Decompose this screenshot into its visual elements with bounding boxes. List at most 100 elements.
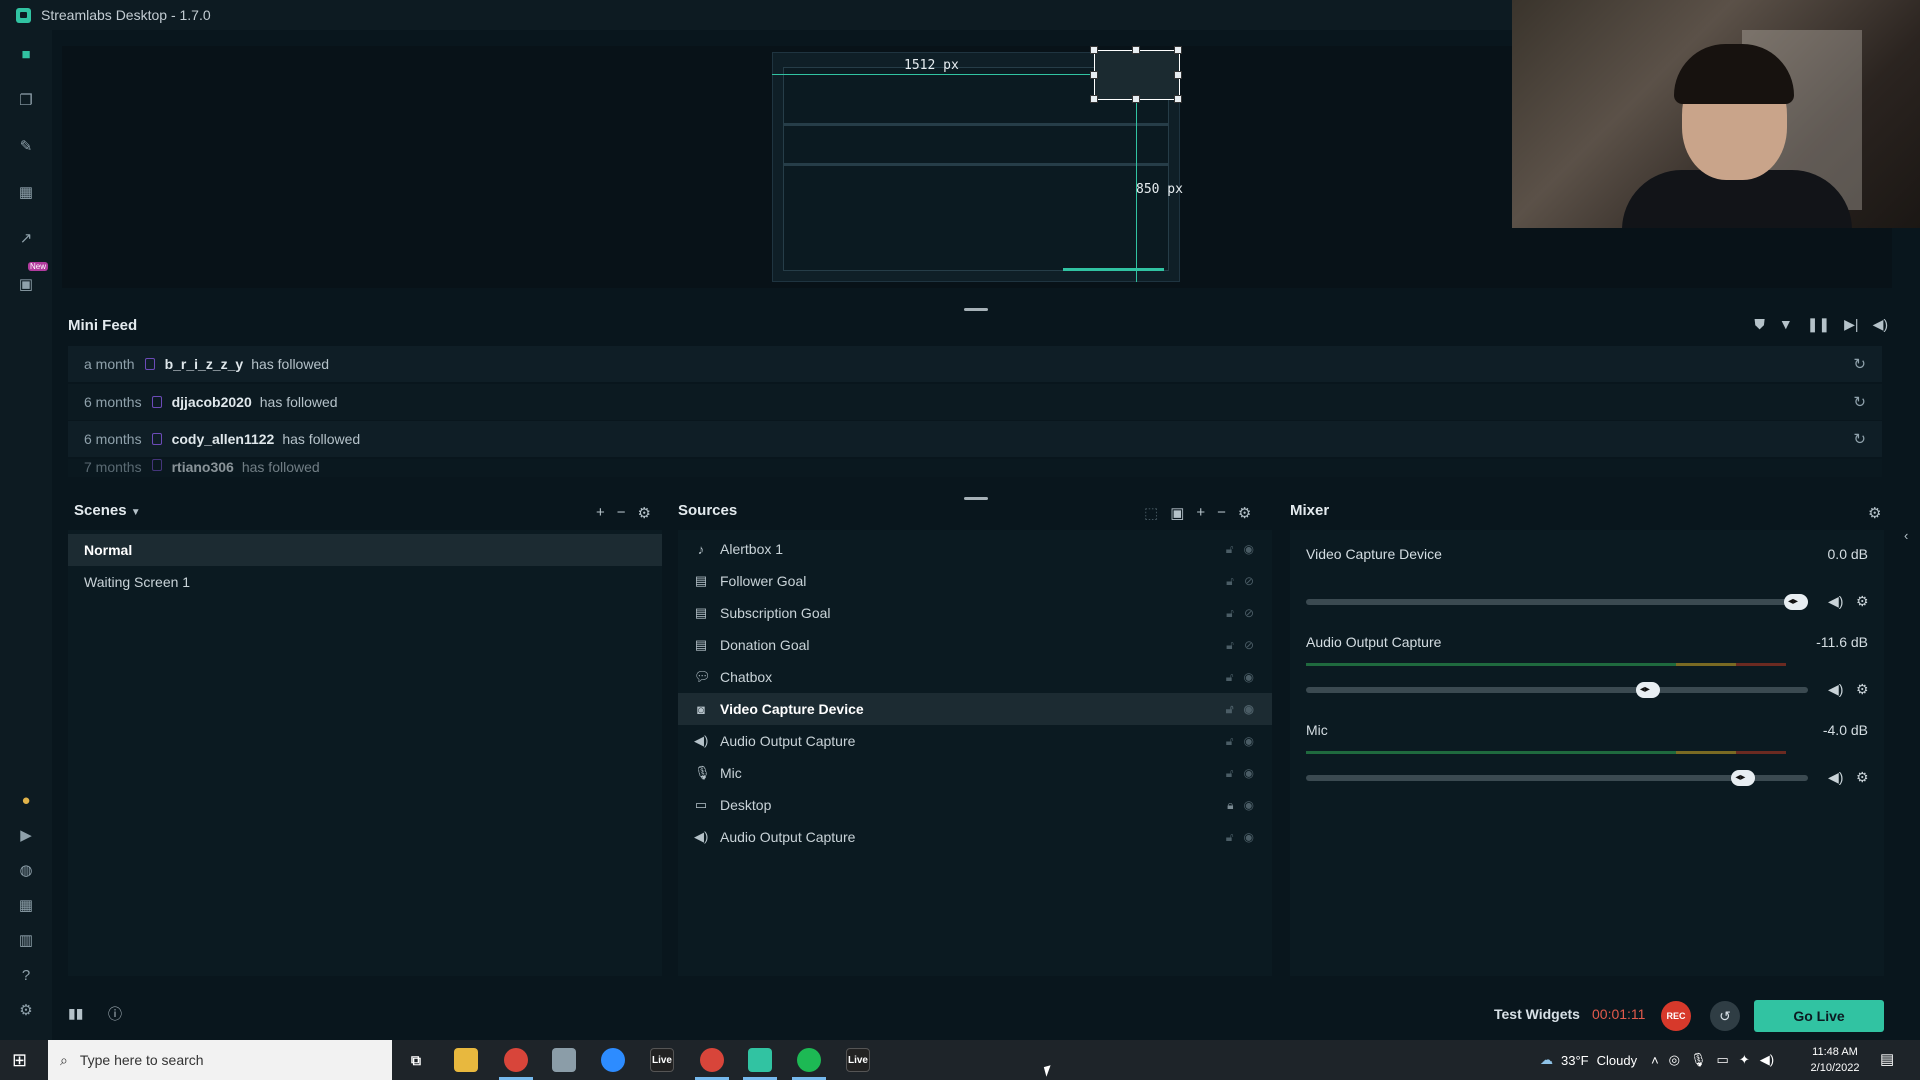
performance-icon[interactable]: ▮▮	[68, 1005, 83, 1022]
add-scene-icon[interactable]: +	[596, 504, 605, 522]
volume-slider-knob[interactable]	[1731, 770, 1756, 786]
source-item[interactable]: 🎙︎ Mic 🔓︎ ◉	[678, 757, 1272, 789]
source-item[interactable]: ◙ Video Capture Device 🔓︎ ◉	[678, 693, 1272, 725]
dropbox-icon[interactable]: ✦	[1739, 1052, 1750, 1068]
remove-scene-icon[interactable]: −	[617, 504, 626, 522]
remove-source-icon[interactable]: −	[1217, 504, 1226, 522]
mixer-settings-icon[interactable]: ⚙	[1868, 504, 1881, 522]
skip-icon[interactable]: ▶|	[1844, 316, 1858, 333]
feed-item: a month b_r_i_z_z_y has followed ↻	[68, 346, 1882, 382]
app-icon[interactable]	[552, 1048, 576, 1072]
webcam-icon: ◙	[697, 701, 705, 717]
volume-slider[interactable]	[1306, 594, 1808, 610]
volume-slider[interactable]	[1306, 770, 1808, 786]
source-item[interactable]: 💬︎ Chatbox 🔓︎ ◉	[678, 661, 1272, 693]
resize-handle[interactable]	[1132, 46, 1140, 54]
speaker-icon[interactable]: ◀)	[1828, 769, 1843, 786]
resize-drag-handle[interactable]	[964, 308, 988, 311]
twitch-icon	[151, 433, 162, 445]
volume-slider-knob[interactable]	[1784, 594, 1808, 610]
scene-item[interactable]: Normal	[68, 534, 662, 566]
help-nav-icon[interactable]: ?	[16, 965, 36, 985]
notification-icon[interactable]: ▤	[1880, 1050, 1894, 1068]
themes-nav-icon[interactable]: ✎	[16, 136, 36, 156]
group-icon[interactable]: ⬚	[1144, 504, 1158, 522]
source-settings-icon[interactable]: ⚙	[1238, 504, 1251, 522]
resize-handle[interactable]	[1090, 71, 1098, 79]
volume-icon[interactable]: ◀)	[1873, 316, 1888, 333]
shield-icon[interactable]: ⛊	[1754, 316, 1765, 333]
studio-mode-nav-icon[interactable]: ▥	[16, 930, 36, 950]
streamlabs-icon[interactable]	[748, 1048, 772, 1072]
network-icon[interactable]: ▭	[1717, 1052, 1729, 1068]
scenes-title[interactable]: Scenes ▼	[74, 502, 141, 526]
volume-slider[interactable]	[1306, 682, 1808, 698]
speaker-icon: ◀)	[694, 829, 709, 844]
gear-icon[interactable]: ⚙	[1856, 681, 1869, 698]
resize-handle[interactable]	[1090, 46, 1098, 54]
chat-nav-icon[interactable]: ◍	[16, 860, 36, 880]
resize-handle[interactable]	[1132, 95, 1140, 103]
zoom-icon[interactable]	[601, 1048, 625, 1072]
gear-icon[interactable]: ⚙	[1856, 769, 1869, 786]
chevron-up-icon[interactable]: ˄	[1651, 1053, 1659, 1068]
taskbar-search-box[interactable]: ⌕ Type here to search	[48, 1040, 392, 1080]
replay-icon[interactable]: ↻	[1853, 430, 1866, 448]
gear-icon[interactable]: ⚙	[1856, 593, 1869, 610]
replay-icon[interactable]: ↻	[1853, 355, 1866, 373]
ableton-live-icon[interactable]: Live	[650, 1048, 674, 1072]
play-nav-icon[interactable]: ▶	[16, 825, 36, 845]
chrome-icon[interactable]	[504, 1048, 528, 1072]
resize-handle[interactable]	[1174, 95, 1182, 103]
mic-icon[interactable]: 🎙︎	[1690, 1052, 1707, 1068]
task-view-icon[interactable]: ⧉	[404, 1048, 428, 1072]
test-widgets-button[interactable]: Test Widgets	[1494, 1006, 1580, 1022]
add-source-icon[interactable]: +	[1196, 504, 1205, 522]
info-icon[interactable]: ⓘ	[108, 1004, 122, 1024]
resize-handle[interactable]	[1174, 46, 1182, 54]
source-item[interactable]: ▭ Desktop 🔒︎ ◉	[678, 789, 1272, 821]
tray-app-icon[interactable]: ◎	[1669, 1052, 1680, 1068]
record-button[interactable]: REC	[1661, 1001, 1691, 1031]
store-nav-icon[interactable]: ▦	[16, 182, 36, 202]
scene-item[interactable]: Waiting Screen 1	[68, 566, 662, 598]
volume-icon[interactable]: ◀)	[1760, 1052, 1774, 1068]
replay-buffer-button[interactable]: ↺	[1710, 1001, 1740, 1031]
calendar-icon: ▤	[694, 573, 708, 588]
filter-icon[interactable]: ▼	[1779, 316, 1793, 333]
layout-nav-icon[interactable]: ❐	[16, 90, 36, 110]
go-live-button[interactable]: Go Live	[1754, 1000, 1884, 1032]
source-item[interactable]: ▤ Donation Goal 🔓︎ ⊘	[678, 629, 1272, 661]
source-item[interactable]: ▤ Subscription Goal 🔓︎ ⊘	[678, 597, 1272, 629]
selected-source-box[interactable]	[1094, 50, 1180, 100]
apps-nav-icon[interactable]: ▦	[16, 895, 36, 915]
chrome-icon[interactable]	[700, 1048, 724, 1072]
scene-settings-icon[interactable]: ⚙	[638, 504, 651, 522]
source-item[interactable]: ◀) Audio Output Capture 🔓︎ ◉	[678, 725, 1272, 757]
windows-start-icon[interactable]: ⊞	[12, 1050, 27, 1071]
taskbar-clock[interactable]: 11:48 AM 2/10/2022	[1800, 1044, 1870, 1076]
file-explorer-icon[interactable]	[454, 1048, 478, 1072]
search-icon: ⌕	[60, 1051, 68, 1068]
replay-icon[interactable]: ↻	[1853, 393, 1866, 411]
resize-drag-handle[interactable]	[964, 497, 988, 500]
editor-nav-icon[interactable]: ■	[16, 44, 36, 64]
resize-handle[interactable]	[1174, 71, 1182, 79]
dashboard-nav-icon[interactable]: ↗	[16, 228, 36, 248]
speaker-icon[interactable]: ◀)	[1828, 681, 1843, 698]
pause-icon[interactable]: ❚❚	[1807, 316, 1830, 333]
speaker-icon[interactable]: ◀)	[1828, 593, 1843, 610]
collapse-chevron-icon[interactable]: ‹	[1904, 528, 1908, 543]
volume-slider-knob[interactable]	[1635, 682, 1660, 698]
add-folder-icon[interactable]: ▣	[1170, 504, 1184, 522]
highlighter-nav-icon[interactable]: ▣	[16, 274, 36, 294]
source-item[interactable]: ♪ Alertbox 1 🔓︎ ◉	[678, 533, 1272, 565]
resize-handle[interactable]	[1090, 95, 1098, 103]
recording-timer: 00:01:11	[1592, 1006, 1646, 1022]
source-item[interactable]: ▤ Follower Goal 🔓︎ ⊘	[678, 565, 1272, 597]
spotify-icon[interactable]	[797, 1048, 821, 1072]
source-item[interactable]: ◀) Audio Output Capture 🔓︎ ◉	[678, 821, 1272, 853]
ableton-live-icon[interactable]: Live	[846, 1048, 870, 1072]
prime-nav-icon[interactable]: ●	[16, 790, 36, 810]
settings-nav-icon[interactable]: ⚙	[16, 1000, 36, 1020]
